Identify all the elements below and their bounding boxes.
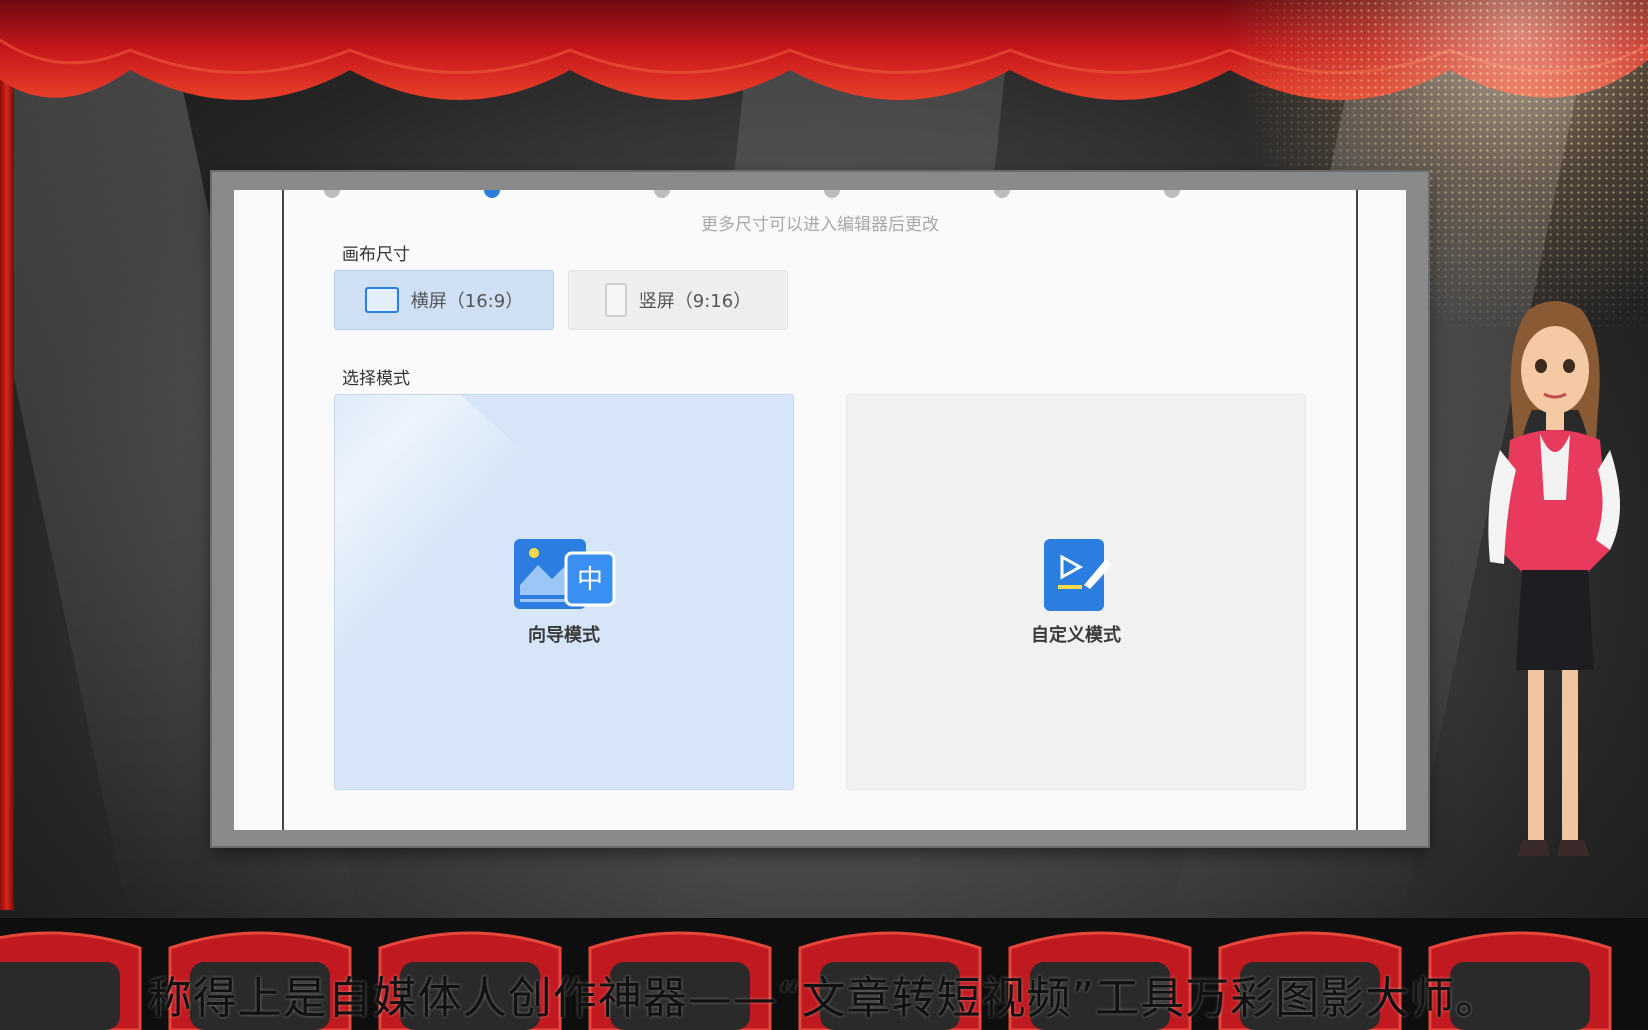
- step-dot: [324, 190, 340, 198]
- app-screenshot: 更多尺寸可以进入编辑器后更改 画布尺寸 横屏（16:9） 竖屏（9:16） 选择…: [234, 190, 1406, 830]
- wizard-mode-label: 向导模式: [528, 625, 600, 646]
- wizard-stepper: [324, 190, 1334, 198]
- landscape-ratio-button[interactable]: 横屏（16:9）: [334, 270, 554, 330]
- presenter-character: [1488, 301, 1620, 856]
- portrait-ratio-label: 竖屏（9:16）: [638, 291, 752, 312]
- canvas-size-label: 画布尺寸: [342, 245, 410, 265]
- size-hint: 更多尺寸可以进入编辑器后更改: [701, 215, 939, 235]
- step-dot: [654, 190, 670, 198]
- portrait-ratio-button[interactable]: 竖屏（9:16）: [568, 270, 788, 330]
- wizard-mode-card[interactable]: 中 向导模式: [334, 394, 794, 790]
- custom-mode-card[interactable]: 自定义模式: [846, 394, 1306, 790]
- window-edge-right: [1356, 190, 1358, 830]
- svg-text:中: 中: [577, 565, 603, 595]
- portrait-icon: [604, 283, 627, 317]
- step-dot-current: [484, 190, 500, 198]
- landscape-ratio-label: 横屏（16:9）: [410, 291, 524, 312]
- custom-mode-icon: [1044, 539, 1112, 611]
- custom-mode-label: 自定义模式: [1031, 625, 1121, 646]
- side-curtain: [0, 80, 14, 910]
- step-dot: [1164, 190, 1180, 198]
- screen-glare: [335, 395, 528, 723]
- mode-select-label: 选择模式: [342, 369, 410, 389]
- window-edge-left: [282, 190, 284, 830]
- landscape-icon: [364, 287, 399, 313]
- video-subtitle: 称得上是自媒体人创作神器——“文章转短视频”工具万彩图影大师。: [147, 973, 1501, 1024]
- step-dot: [824, 190, 840, 198]
- wizard-mode-icon: 中: [514, 539, 616, 609]
- step-dot: [994, 190, 1010, 198]
